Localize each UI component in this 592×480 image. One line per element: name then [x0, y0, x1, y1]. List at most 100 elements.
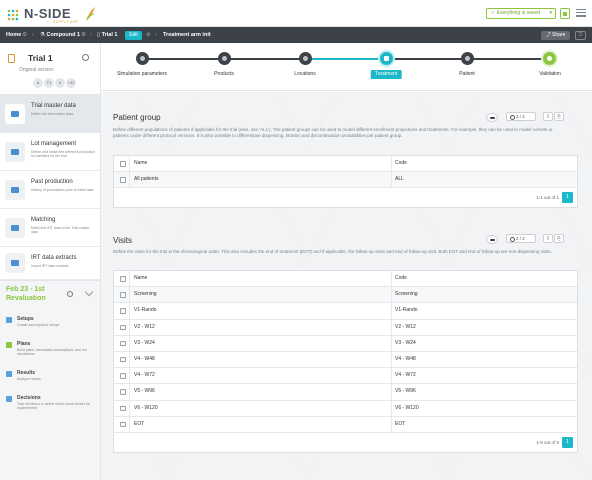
step-treatment[interactable]	[380, 52, 393, 65]
column-selector-button[interactable]: 2 / 2	[506, 112, 536, 121]
cell-code[interactable]: V4 - W48	[391, 351, 577, 368]
row-checkbox[interactable]	[120, 373, 126, 379]
step-label[interactable]: Products	[214, 71, 234, 77]
avatar[interactable]: V	[55, 78, 65, 88]
breadcrumb-compound[interactable]: ⚗ Compound 1⚙	[40, 31, 86, 39]
step-products[interactable]	[218, 52, 231, 65]
cell-code[interactable]: Screening	[391, 287, 577, 303]
cell-name[interactable]: Screening	[129, 287, 391, 303]
cell-name[interactable]: V6 - W120	[129, 400, 391, 416]
sidebar-item-past-production[interactable]: Past production History of productions p…	[0, 171, 100, 209]
step-patient[interactable]	[461, 52, 474, 65]
export-icon[interactable]: ⎘	[554, 112, 564, 121]
cell-name[interactable]: V4 - W72	[129, 368, 391, 384]
sidebar-item-decisions[interactable]: Decisions Take decisions to define which…	[0, 394, 100, 418]
export-icon[interactable]: ⎘	[554, 234, 564, 243]
step-label[interactable]: Validation	[539, 71, 561, 77]
table-row[interactable]: EOT EOT	[114, 416, 577, 433]
step-label[interactable]: Locations	[294, 71, 315, 77]
table-row[interactable]: V3 - W24 V3 - W24	[114, 335, 577, 352]
save-status-dropdown[interactable]: ✓ Everything is saved ▾	[486, 8, 556, 19]
step-label-current[interactable]: Treatment	[370, 69, 402, 79]
gear-icon[interactable]: ⚙	[146, 32, 150, 38]
cell-name[interactable]: V4 - W48	[129, 351, 391, 368]
filter-icon[interactable]: ⊽	[543, 234, 553, 243]
breadcrumb-home[interactable]: Home⚙	[6, 31, 27, 39]
cell-code[interactable]: V1-Rando	[391, 303, 577, 319]
step-locations[interactable]	[299, 52, 312, 65]
sidebar-item-plans[interactable]: Plans Build plans, reevaluate assumption…	[0, 340, 100, 364]
table-row[interactable]: V5 - W96 V5 - W96	[114, 384, 577, 401]
avatar-group[interactable]: A T1 V +11	[33, 78, 77, 88]
filter-icon[interactable]: ⊽	[543, 112, 553, 121]
cell-name[interactable]: EOT	[129, 416, 391, 432]
page-button[interactable]: 1	[562, 436, 573, 448]
sidebar-item-results[interactable]: Results Analyze results	[0, 369, 100, 393]
step-simulation-parameters[interactable]	[136, 52, 149, 65]
revaluation-header[interactable]: Feb 23 - 1st Revaluation	[0, 280, 100, 305]
table-row[interactable]: All patients ALL	[114, 172, 577, 189]
chevron-right-icon: ›	[155, 32, 157, 38]
edit-button[interactable]: Edit	[125, 30, 142, 40]
cell-code[interactable]: ALL	[391, 172, 577, 188]
cell-code[interactable]: V2 - W12	[391, 319, 577, 335]
cell-name[interactable]: V1-Rando	[129, 303, 391, 319]
stop-icon[interactable]	[560, 8, 570, 19]
cell-name[interactable]: V3 - W24	[129, 335, 391, 351]
select-all-checkbox[interactable]	[120, 276, 126, 282]
row-checkbox[interactable]	[120, 405, 126, 411]
cell-code[interactable]: V4 - W72	[391, 368, 577, 384]
step-validation[interactable]	[543, 52, 556, 65]
step-label[interactable]: Simulation parameters	[117, 71, 167, 77]
row-checkbox[interactable]	[120, 340, 126, 347]
plans-icon	[6, 342, 12, 348]
select-all-checkbox[interactable]	[120, 161, 126, 167]
cell-code[interactable]: V3 - W24	[391, 335, 577, 351]
column-header-name[interactable]: Name	[129, 156, 391, 172]
cell-code[interactable]: V5 - W96	[391, 384, 577, 400]
column-header-code[interactable]: Code	[391, 156, 577, 172]
sidebar-item-irt-data-extracts[interactable]: IRT data extracts Import IRT data extrac…	[0, 247, 100, 280]
cell-name[interactable]: V5 - W96	[129, 384, 391, 400]
avatar-more[interactable]: +11	[66, 78, 76, 88]
cell-name[interactable]: All patients	[129, 172, 391, 188]
table-row[interactable]: V2 - W12 V2 - W12	[114, 319, 577, 336]
exit-icon[interactable]: ⎋	[575, 30, 586, 40]
sidebar-item-lot-management[interactable]: Lot management Define and match the diff…	[0, 133, 100, 171]
table-row[interactable]: V1-Rando V1-Rando	[114, 303, 577, 320]
share-button[interactable]: ⤴ Share	[541, 30, 570, 40]
trial-settings-gear-icon[interactable]	[82, 54, 89, 61]
table-row[interactable]: V4 - W48 V4 - W48	[114, 351, 577, 369]
row-checkbox[interactable]	[120, 324, 126, 331]
row-checkbox[interactable]	[120, 421, 126, 428]
breadcrumb-trial[interactable]: ▯ Trial 1	[97, 31, 117, 39]
column-header-code[interactable]: Code	[391, 271, 577, 287]
cell-code[interactable]: EOT	[391, 416, 577, 432]
column-header-name[interactable]: Name	[129, 271, 391, 287]
nside-logo[interactable]: N-SIDE SUPPLY APP	[4, 4, 96, 24]
table-row[interactable]: Screening Screening	[114, 287, 577, 304]
cell-code[interactable]: V6 - W120	[391, 400, 577, 416]
column-selector-button[interactable]: 2 / 2	[506, 234, 536, 243]
row-checkbox[interactable]	[120, 308, 126, 314]
chevron-down-icon[interactable]	[84, 287, 94, 297]
toggle-view-icon[interactable]	[486, 113, 498, 122]
gear-icon[interactable]	[67, 291, 73, 297]
row-checkbox[interactable]	[120, 389, 126, 395]
avatar[interactable]: T1	[44, 78, 54, 88]
table-row[interactable]: V4 - W72 V4 - W72	[114, 368, 577, 385]
sidebar-item-matching[interactable]: Matching Match the IRT data to the Trial…	[0, 209, 100, 247]
toggle-view-icon[interactable]	[486, 235, 498, 244]
sidebar-item-trial-master-data[interactable]: Trial master data Define the trial maste…	[0, 95, 100, 133]
table-row[interactable]: V6 - W120 V6 - W120	[114, 400, 577, 417]
step-label[interactable]: Patient	[459, 71, 475, 77]
row-checkbox[interactable]	[120, 356, 126, 363]
row-checkbox[interactable]	[120, 177, 126, 183]
page-button[interactable]: 1	[562, 192, 573, 204]
sidebar-item-setups[interactable]: Setups Create assumptions setups	[0, 315, 100, 339]
menu-icon[interactable]	[576, 9, 586, 17]
avatar[interactable]: A	[33, 78, 43, 88]
cell-name[interactable]: V2 - W12	[129, 319, 391, 335]
row-checkbox[interactable]	[120, 292, 126, 298]
trial-version: Original version	[19, 67, 54, 73]
